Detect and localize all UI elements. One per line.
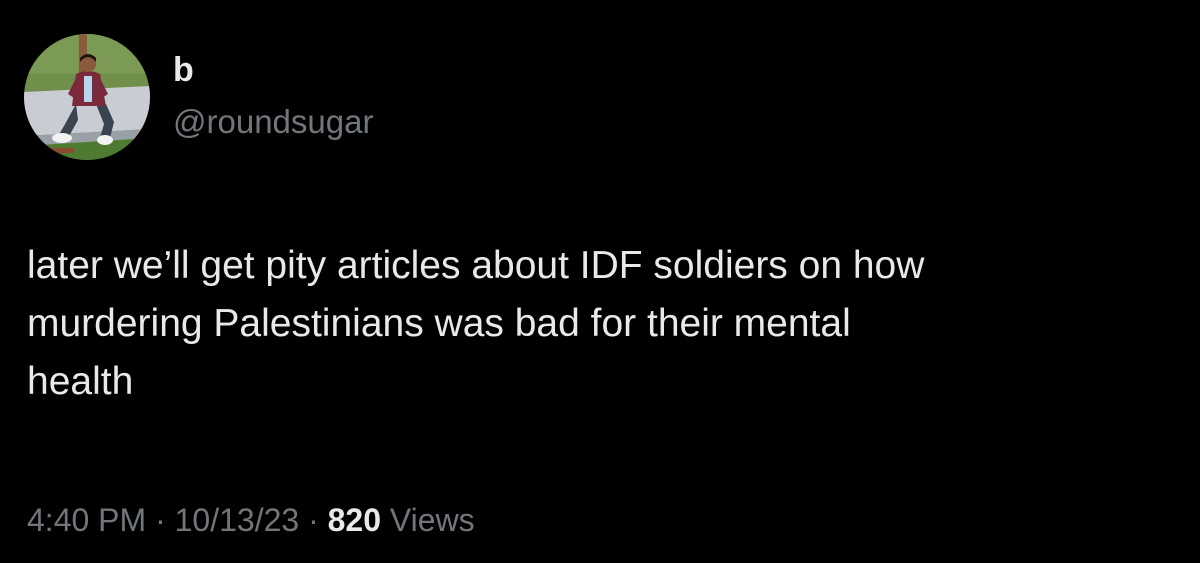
views-count[interactable]: 820 xyxy=(328,502,381,538)
tweet-text: later we’ll get pity articles about IDF … xyxy=(27,244,925,403)
author-handle[interactable]: @roundsugar xyxy=(173,102,373,142)
tweet-metadata: 4:40 PM · 10/13/23 · 820 Views xyxy=(27,498,475,542)
meta-separator: · xyxy=(155,502,166,538)
author-display-name[interactable]: b xyxy=(173,50,194,90)
avatar-photo xyxy=(24,34,150,160)
tweet-time[interactable]: 4:40 PM xyxy=(27,502,146,538)
meta-separator: · xyxy=(308,502,319,538)
tweet-card: b @roundsugar later we’ll get pity artic… xyxy=(0,0,1200,563)
tweet-date[interactable]: 10/13/23 xyxy=(175,502,300,538)
views-label: Views xyxy=(389,502,475,538)
avatar[interactable] xyxy=(24,34,150,160)
